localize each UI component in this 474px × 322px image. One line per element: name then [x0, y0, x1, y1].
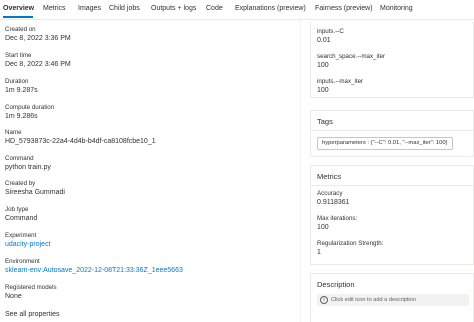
tab-overview[interactable]: Overview	[3, 5, 34, 12]
regularization-strength-label: Regularization Strength:	[317, 240, 384, 247]
created-on-value: Dec 8, 2022 3:36 PM	[5, 35, 71, 42]
tab-images[interactable]: Images	[78, 5, 101, 12]
see-all-properties-field: See all properties	[5, 310, 59, 319]
job-type-value: Command	[5, 215, 38, 222]
column-divider	[300, 20, 301, 322]
active-tab-indicator	[3, 16, 33, 18]
compute-duration-field: Compute duration 1m 9.286s	[5, 104, 54, 121]
tags-title: Tags	[317, 117, 333, 126]
name-label: Name	[5, 129, 22, 136]
environment-label: Environment	[5, 258, 40, 265]
search-space-max-iter-label: search_space.--max_iter	[317, 53, 386, 60]
command-label: Command	[5, 155, 34, 162]
experiment-link[interactable]: udacity-project	[5, 240, 51, 249]
compute-duration-value: 1m 9.286s	[5, 113, 38, 120]
max-iterations-label: Max iterations:	[317, 215, 358, 222]
metrics-separator	[311, 185, 474, 186]
tab-code[interactable]: Code	[206, 5, 223, 12]
start-time-value: Dec 8, 2022 3:46 PM	[5, 61, 71, 68]
tab-child-jobs[interactable]: Child jobs	[109, 5, 140, 12]
start-time-field: Start time Dec 8, 2022 3:46 PM	[5, 52, 71, 69]
environment-link[interactable]: sklearn-env:Autosave_2022-12-08T21:33:36…	[5, 266, 183, 275]
description-hint: Click edit icon to add a description	[331, 297, 416, 303]
duration-field: Duration 1m 9.287s	[5, 78, 38, 95]
description-title: Description	[317, 280, 355, 289]
search-space-max-iter-value: 100	[317, 62, 329, 69]
input-max-iter-label: inputs.--max_iter	[317, 78, 364, 85]
created-on-field: Created on Dec 8, 2022 3:36 PM	[5, 26, 71, 43]
start-time-label: Start time	[5, 52, 32, 59]
name-value: HD_5793873c-22a4-4d4b-b4df-ca8108fcbe10_…	[5, 138, 156, 145]
hyperparameters-tag[interactable]: hyperparameters : {"--C": 0.01, "--max_i…	[317, 137, 453, 150]
input-c-label: inputs.--C	[317, 28, 344, 35]
accuracy-label: Accuracy	[317, 190, 343, 197]
input-c-value: 0.01	[317, 37, 331, 44]
name-field: Name HD_5793873c-22a4-4d4b-b4df-ca8108fc…	[5, 129, 156, 146]
input-max-iter-value: 100	[317, 87, 329, 94]
registered-models-label: Registered models	[5, 284, 57, 291]
compute-duration-label: Compute duration	[5, 104, 55, 111]
duration-value: 1m 9.287s	[5, 87, 38, 94]
experiment-field: Experiment udacity-project	[5, 232, 51, 249]
registered-models-field: Registered models None	[5, 284, 57, 301]
created-by-label: Created by	[5, 180, 36, 187]
created-by-value: Sireesha Gummadi	[5, 189, 65, 196]
metrics-title: Metrics	[317, 172, 342, 181]
max-iterations-value: 100	[317, 224, 329, 231]
see-all-properties-link[interactable]: See all properties	[5, 310, 59, 319]
job-type-label: Job type	[5, 206, 29, 213]
created-on-label: Created on	[5, 26, 36, 33]
tab-outputs-logs[interactable]: Outputs + logs	[151, 5, 196, 12]
description-hint-box: i Click edit icon to add a description	[317, 294, 469, 306]
environment-field: Environment sklearn-env:Autosave_2022-12…	[5, 258, 183, 275]
tab-metrics[interactable]: Metrics	[43, 5, 66, 12]
experiment-label: Experiment	[5, 232, 37, 239]
tab-monitoring[interactable]: Monitoring	[380, 5, 413, 12]
inputs-card: inputs.--C 0.01 search_space.--max_iter …	[310, 22, 474, 98]
accuracy-value: 0.9118361	[317, 199, 350, 206]
metrics-card: Metrics Accuracy 0.9118361 Max iteration…	[310, 165, 474, 265]
tags-separator	[311, 130, 474, 131]
description-card: Description i Click edit icon to add a d…	[310, 273, 474, 322]
created-by-field: Created by Sireesha Gummadi	[5, 180, 65, 197]
tags-card: Tags hyperparameters : {"--C": 0.01, "--…	[310, 110, 474, 157]
job-type-field: Job type Command	[5, 206, 37, 223]
regularization-strength-value: 1	[317, 249, 321, 256]
duration-label: Duration	[5, 78, 29, 85]
registered-models-value: None	[5, 293, 22, 300]
tab-fairness[interactable]: Fairness (preview)	[315, 5, 373, 12]
tab-bar: Overview Metrics Images Child jobs Outpu…	[0, 0, 474, 20]
info-icon: i	[320, 296, 328, 304]
tab-explanations[interactable]: Explanations (preview)	[235, 5, 306, 12]
command-value: python train.py	[5, 164, 51, 171]
command-field: Command python train.py	[5, 155, 51, 172]
